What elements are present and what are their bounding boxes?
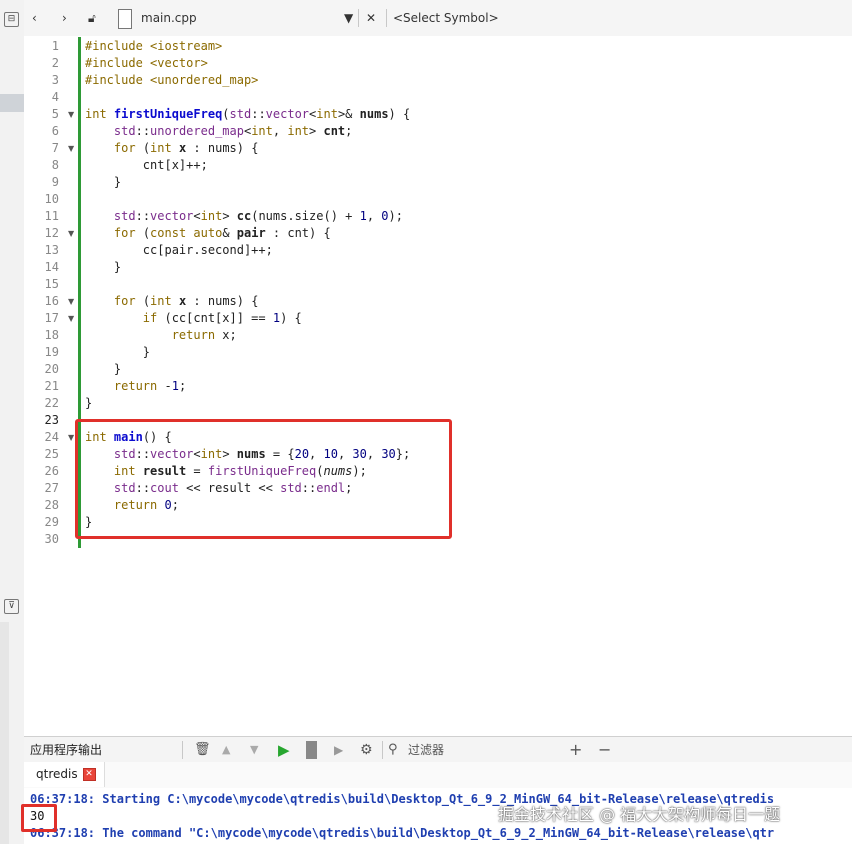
trash-icon[interactable]: 🗑︎ xyxy=(194,741,211,759)
line-number: 9 xyxy=(51,175,59,189)
line-number: 25 xyxy=(44,447,59,461)
code-line: int firstUniqueFreq(std::vector<int>& nu… xyxy=(85,107,411,121)
fold-arrow-icon[interactable]: ▼ xyxy=(68,140,74,157)
forward-icon[interactable]: › xyxy=(62,9,67,27)
line-number: 14 xyxy=(44,260,59,274)
code-line: return -1; xyxy=(113,379,187,393)
output-tab-label: qtredis xyxy=(36,767,78,781)
close-tab-icon[interactable]: ✕ xyxy=(82,768,96,781)
line-number: 15 xyxy=(44,277,59,291)
line-number: 11 xyxy=(44,209,59,223)
line-number: 7 xyxy=(51,141,59,155)
line-number: 22 xyxy=(44,396,59,410)
toolbar-divider xyxy=(382,741,383,759)
line-number: 10 xyxy=(44,192,59,206)
watermark: 掘金技术社区 @ 福大大架构师每日一题 xyxy=(498,805,781,824)
editor-toolbar: ‹ › 🔓︎ main.cpp ▼ ✕ <Select Symbol> xyxy=(24,0,852,37)
stop-icon[interactable] xyxy=(306,741,317,759)
line-number: 6 xyxy=(51,124,59,138)
code-line: return x; xyxy=(171,328,237,342)
sidebar-scrollbar[interactable] xyxy=(0,622,9,844)
code-line: #include <iostream> xyxy=(85,39,223,53)
line-number: 4 xyxy=(51,90,59,104)
line-number: 20 xyxy=(44,362,59,376)
toolbar-divider xyxy=(182,741,183,759)
fold-arrow-icon[interactable]: ▼ xyxy=(68,293,74,310)
file-icon xyxy=(118,9,132,29)
fold-arrow-icon[interactable]: ▼ xyxy=(68,310,74,327)
code-line: } xyxy=(85,362,122,376)
left-sidebar-strip: ⊟ ⊽ xyxy=(0,0,25,844)
line-number: 16 xyxy=(44,294,59,308)
output-panel-title: 应用程序输出 xyxy=(30,743,103,757)
output-tab[interactable]: qtredis ✕ xyxy=(24,762,105,787)
line-number: 23 xyxy=(44,413,59,427)
line-number: 8 xyxy=(51,158,59,172)
code-line: #include <vector> xyxy=(85,56,208,70)
code-line: } xyxy=(85,260,122,274)
code-line: for (const auto& pair : cnt) { xyxy=(113,226,331,240)
run-icon[interactable]: ▶ xyxy=(278,741,290,759)
lock-icon[interactable]: 🔓︎ xyxy=(88,9,96,27)
line-number: 19 xyxy=(44,345,59,359)
output-toolbar: 应用程序输出 🗑︎ ▲ ▼ ▶ ▶︎ ⚙ ⚲ 过滤器 + − xyxy=(24,736,852,764)
code-line: } xyxy=(85,175,122,189)
code-line: #include <unordered_map> xyxy=(85,73,259,87)
toolbar-divider xyxy=(386,9,387,27)
line-number: 21 xyxy=(44,379,59,393)
code-line: } xyxy=(85,396,93,410)
collapse-bottom-icon[interactable]: ⊽ xyxy=(4,599,19,614)
up-arrow-icon[interactable]: ▲ xyxy=(222,741,230,759)
line-number: 18 xyxy=(44,328,59,342)
code-line: cnt[x]++; xyxy=(85,158,208,172)
code-editor[interactable]: 1 2 3 4 5 6 7 8 9 10 11 12 13 14 15 16 17 18 19 20 21 22 23 24 2… xyxy=(24,36,852,736)
line-number: 27 xyxy=(44,481,59,495)
debug-icon[interactable]: ▶︎ xyxy=(334,741,343,759)
output-tab-bar: qtredis ✕ xyxy=(24,762,852,789)
line-number: 3 xyxy=(51,73,59,87)
toolbar-divider xyxy=(358,9,359,27)
collapse-top-icon[interactable]: ⊟ xyxy=(4,12,19,27)
line-number: 13 xyxy=(44,243,59,257)
code-line: } xyxy=(85,345,151,359)
filter-input[interactable]: 过滤器 xyxy=(408,741,444,759)
file-name-selector[interactable]: main.cpp xyxy=(141,9,197,27)
line-number: 26 xyxy=(44,464,59,478)
code-line: cc[pair.second]++; xyxy=(85,243,273,257)
line-number: 17 xyxy=(44,311,59,325)
back-icon[interactable]: ‹ xyxy=(32,9,37,27)
line-number: 29 xyxy=(44,515,59,529)
line-number: 1 xyxy=(51,39,59,53)
output-line: 06:37:18: The command "C:\mycode\mycode\… xyxy=(30,826,775,840)
sidebar-selected-band xyxy=(0,94,24,112)
down-arrow-icon[interactable]: ▼ xyxy=(250,741,258,759)
code-line: std::vector<int> cc(nums.size() + 1, 0); xyxy=(113,209,403,223)
highlight-box-main xyxy=(75,419,452,539)
search-icon: ⚲ xyxy=(388,742,398,757)
fold-arrow-icon[interactable]: ▼ xyxy=(68,429,74,446)
fold-arrow-icon[interactable]: ▼ xyxy=(68,225,74,242)
line-number: 30 xyxy=(44,532,59,546)
gear-icon[interactable]: ⚙ xyxy=(360,741,373,759)
minus-icon[interactable]: − xyxy=(598,741,611,759)
code-line: for (int x : nums) { xyxy=(113,141,259,155)
fold-arrow-icon[interactable]: ▼ xyxy=(68,106,74,123)
code-line: if (cc[cnt[x]] == 1) { xyxy=(142,311,302,325)
close-icon[interactable]: ✕ xyxy=(366,9,376,27)
line-number-gutter: 1 2 3 4 5 6 7 8 9 10 11 12 13 14 15 16 17 18 19 20 21 22 23 24 2… xyxy=(24,36,64,736)
line-number: 12 xyxy=(44,226,59,240)
line-number: 28 xyxy=(44,498,59,512)
code-line: std::unordered_map<int, int> cnt; xyxy=(113,124,353,138)
plus-icon[interactable]: + xyxy=(569,741,582,759)
symbol-selector[interactable]: <Select Symbol> xyxy=(393,9,499,27)
highlight-box-output xyxy=(21,804,57,832)
line-number: 5 xyxy=(51,107,59,121)
line-number: 2 xyxy=(51,56,59,70)
line-number: 24 xyxy=(44,430,59,444)
code-line: for (int x : nums) { xyxy=(113,294,259,308)
dropdown-arrow-icon[interactable]: ▼ xyxy=(344,9,353,27)
